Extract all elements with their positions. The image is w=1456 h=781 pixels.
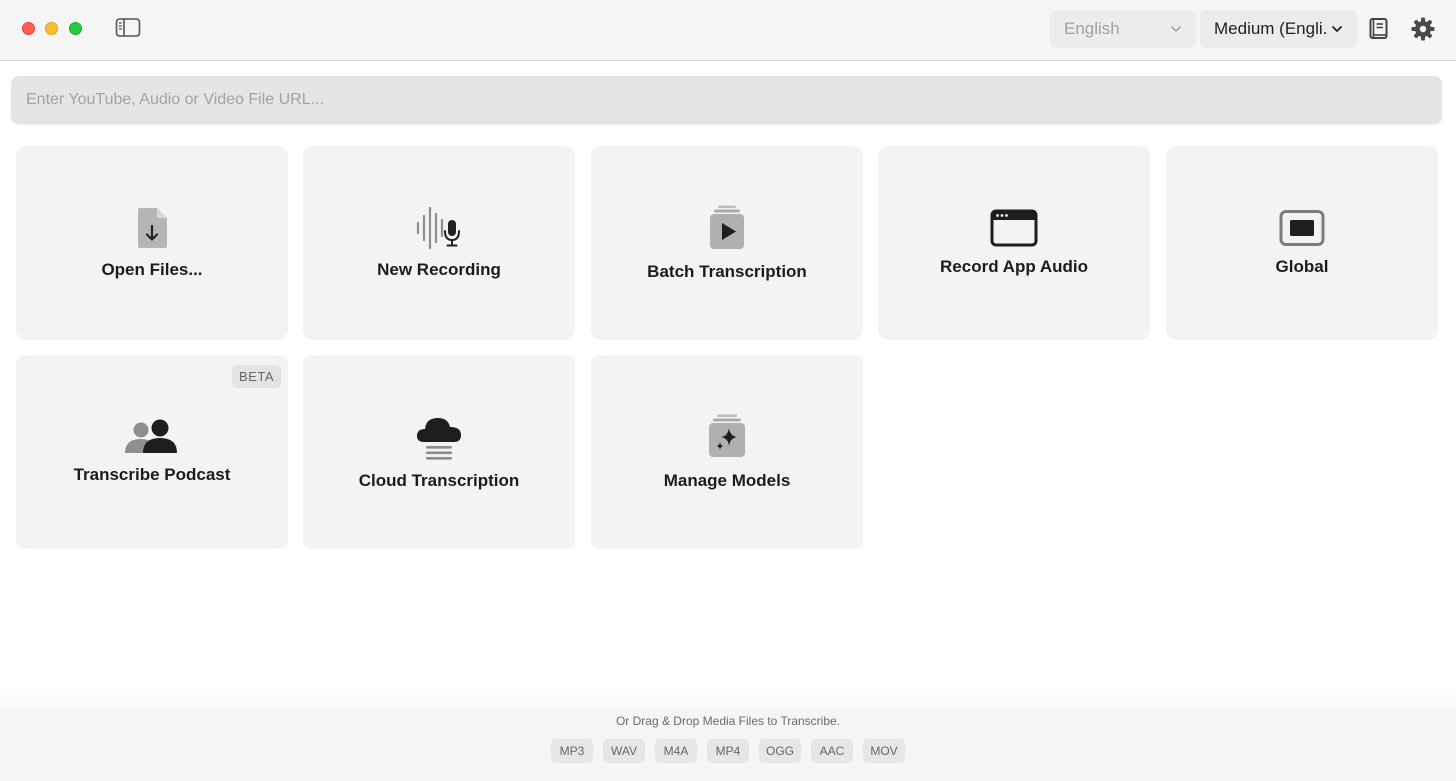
format-badge: MP4 [707,739,749,763]
transcribe-podcast-tile[interactable]: BETA Transcribe Podcast [16,355,288,549]
chevron-down-icon [1332,26,1342,32]
sparkle-stack-icon [709,414,745,457]
format-badge: MP3 [551,739,593,763]
people-icon [125,419,177,453]
minimize-window-button[interactable] [45,22,58,35]
record-app-audio-tile[interactable]: Record App Audio [878,146,1150,340]
batch-transcription-tile[interactable]: Batch Transcription [591,146,863,340]
global-tile[interactable]: Global [1166,146,1438,340]
file-download-icon [138,208,167,248]
tile-label: New Recording [377,260,501,279]
format-badge: MOV [863,739,905,763]
language-select[interactable]: English [1050,10,1196,48]
app-window-icon [990,209,1038,247]
format-badge: OGG [759,739,801,763]
gear-icon[interactable] [1410,16,1436,42]
chevron-down-icon [1171,26,1181,32]
format-badge: WAV [603,739,645,763]
format-list: MP3 WAV M4A MP4 OGG AAC MOV [0,739,1456,763]
sidebar-toggle-icon[interactable] [115,17,141,39]
app-window: English Medium (Engli... Enter YouTube, … [0,0,1456,781]
url-input[interactable] [11,76,1442,124]
language-select-value: English [1064,19,1120,38]
open-files-tile[interactable]: Open Files... [16,146,288,340]
manage-models-tile[interactable]: Manage Models [591,355,863,549]
close-window-button[interactable] [22,22,35,35]
title-bar: English Medium (Engli... [0,0,1456,61]
model-select-value: Medium (Engli... [1214,19,1327,38]
play-stack-icon [710,205,744,249]
beta-badge: BETA [232,365,281,388]
model-select[interactable]: Medium (Engli... [1200,10,1357,48]
tile-label: Record App Audio [940,257,1088,276]
url-bar [11,76,1442,124]
tile-label: Manage Models [663,471,791,490]
waveform-mic-icon [416,206,460,250]
drop-zone-footer: Or Drag & Drop Media Files to Transcribe… [0,686,1456,781]
cloud-transcription-tile[interactable]: Cloud Transcription [303,355,575,549]
maximize-window-button[interactable] [69,22,82,35]
tile-label: Global [1275,257,1329,276]
tile-label: Open Files... [101,260,203,279]
display-icon [1279,210,1325,246]
tile-label: Batch Transcription [647,262,807,281]
tile-label: Cloud Transcription [358,471,520,490]
cloud-icon [417,418,461,460]
format-badge: M4A [655,739,697,763]
book-icon[interactable] [1366,16,1392,42]
drop-hint-text: Or Drag & Drop Media Files to Transcribe… [615,714,841,728]
tile-label: Transcribe Podcast [73,465,231,484]
format-badge: AAC [811,739,853,763]
new-recording-tile[interactable]: New Recording [303,146,575,340]
